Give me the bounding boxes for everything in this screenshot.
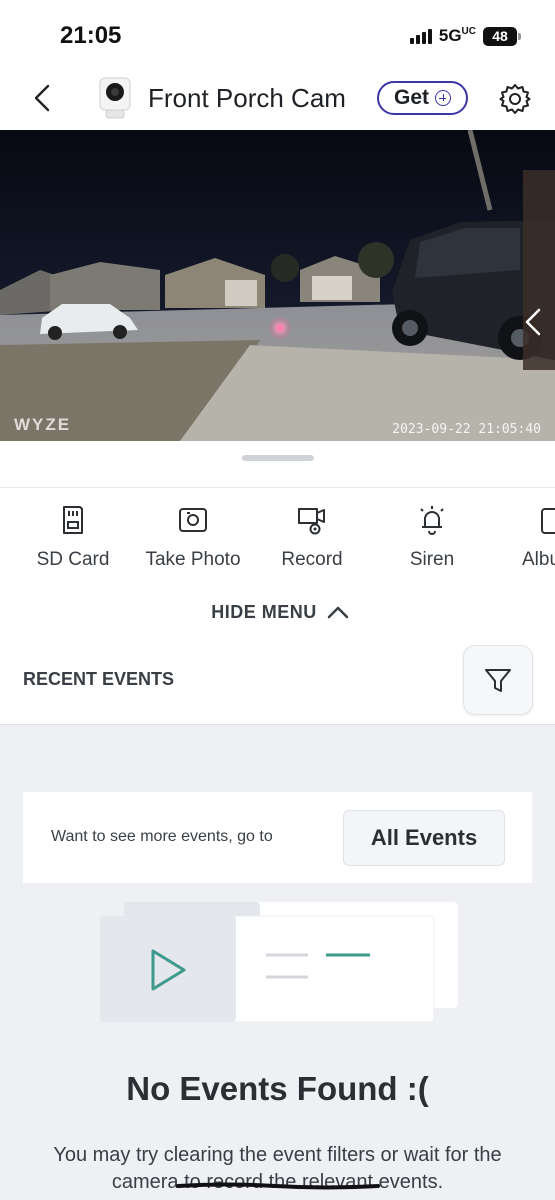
siren-label: Siren — [409, 549, 455, 570]
empty-state-title: No Events Found :( — [126, 1070, 429, 1107]
header: Front Porch Cam Get — [0, 70, 555, 130]
drag-handle[interactable] — [242, 455, 314, 461]
album-icon — [541, 508, 555, 534]
album-label: Album — [522, 549, 555, 570]
get-label: Get — [393, 86, 429, 109]
get-plan-button[interactable]: Get — [377, 81, 468, 115]
sd-card-button[interactable]: SD Card — [13, 503, 133, 583]
scribble-mark — [176, 1182, 380, 1190]
more-events-card: Want to see more events, go to All Event… — [23, 792, 532, 883]
night-scene — [0, 130, 555, 441]
siren-icon — [420, 506, 444, 535]
status-bar: 21:05 5GUC 48 — [0, 0, 555, 70]
all-events-button[interactable]: All Events — [343, 810, 505, 866]
filter-button[interactable] — [463, 645, 533, 715]
siren-button[interactable]: Siren — [372, 503, 492, 583]
take-photo-button[interactable]: Take Photo — [133, 503, 253, 583]
settings-button[interactable] — [498, 82, 532, 116]
chevron-left-icon — [34, 84, 50, 112]
record-icon — [298, 508, 325, 535]
chevron-left-icon[interactable] — [523, 306, 543, 338]
gear-icon — [499, 84, 531, 114]
recent-events-title: RECENT EVENTS — [23, 669, 175, 689]
network-type: 5GUC — [438, 26, 476, 45]
camera-icon — [179, 508, 207, 532]
sd-card-label: SD Card — [36, 549, 110, 570]
action-row: SD Card Take Photo Record Siren Albu — [0, 503, 555, 583]
take-photo-label: Take Photo — [145, 549, 241, 570]
status-indicators: 5GUC 48 — [409, 26, 521, 46]
live-video-feed[interactable]: WYZE 2023-09-22 21:05:40 — [0, 130, 555, 441]
video-timestamp: 2023-09-22 21:05:40 — [392, 422, 541, 437]
wyze-watermark: WYZE — [14, 415, 72, 434]
chevron-up-icon — [327, 606, 348, 619]
empty-events-illustration — [98, 900, 460, 1026]
battery-icon: 48 — [483, 26, 521, 46]
status-time: 21:05 — [60, 22, 122, 49]
controls-panel: SD Card Take Photo Record Siren Albu HID… — [0, 441, 555, 725]
filter-icon — [485, 669, 511, 692]
more-events-text: Want to see more events, go to — [51, 828, 273, 845]
hide-menu-toggle[interactable]: HIDE MENU — [200, 599, 360, 625]
signal-icon — [409, 28, 432, 44]
plus-icon — [435, 90, 451, 106]
album-button[interactable]: Album — [492, 503, 555, 583]
hide-menu-label: HIDE MENU — [211, 601, 317, 622]
divider — [0, 487, 555, 488]
sd-card-icon — [63, 506, 83, 534]
camera-thumbnail — [98, 76, 132, 120]
back-button[interactable] — [28, 82, 56, 114]
record-label: Record — [281, 549, 343, 570]
record-button[interactable]: Record — [252, 503, 372, 583]
camera-name: Front Porch Cam — [148, 83, 346, 113]
